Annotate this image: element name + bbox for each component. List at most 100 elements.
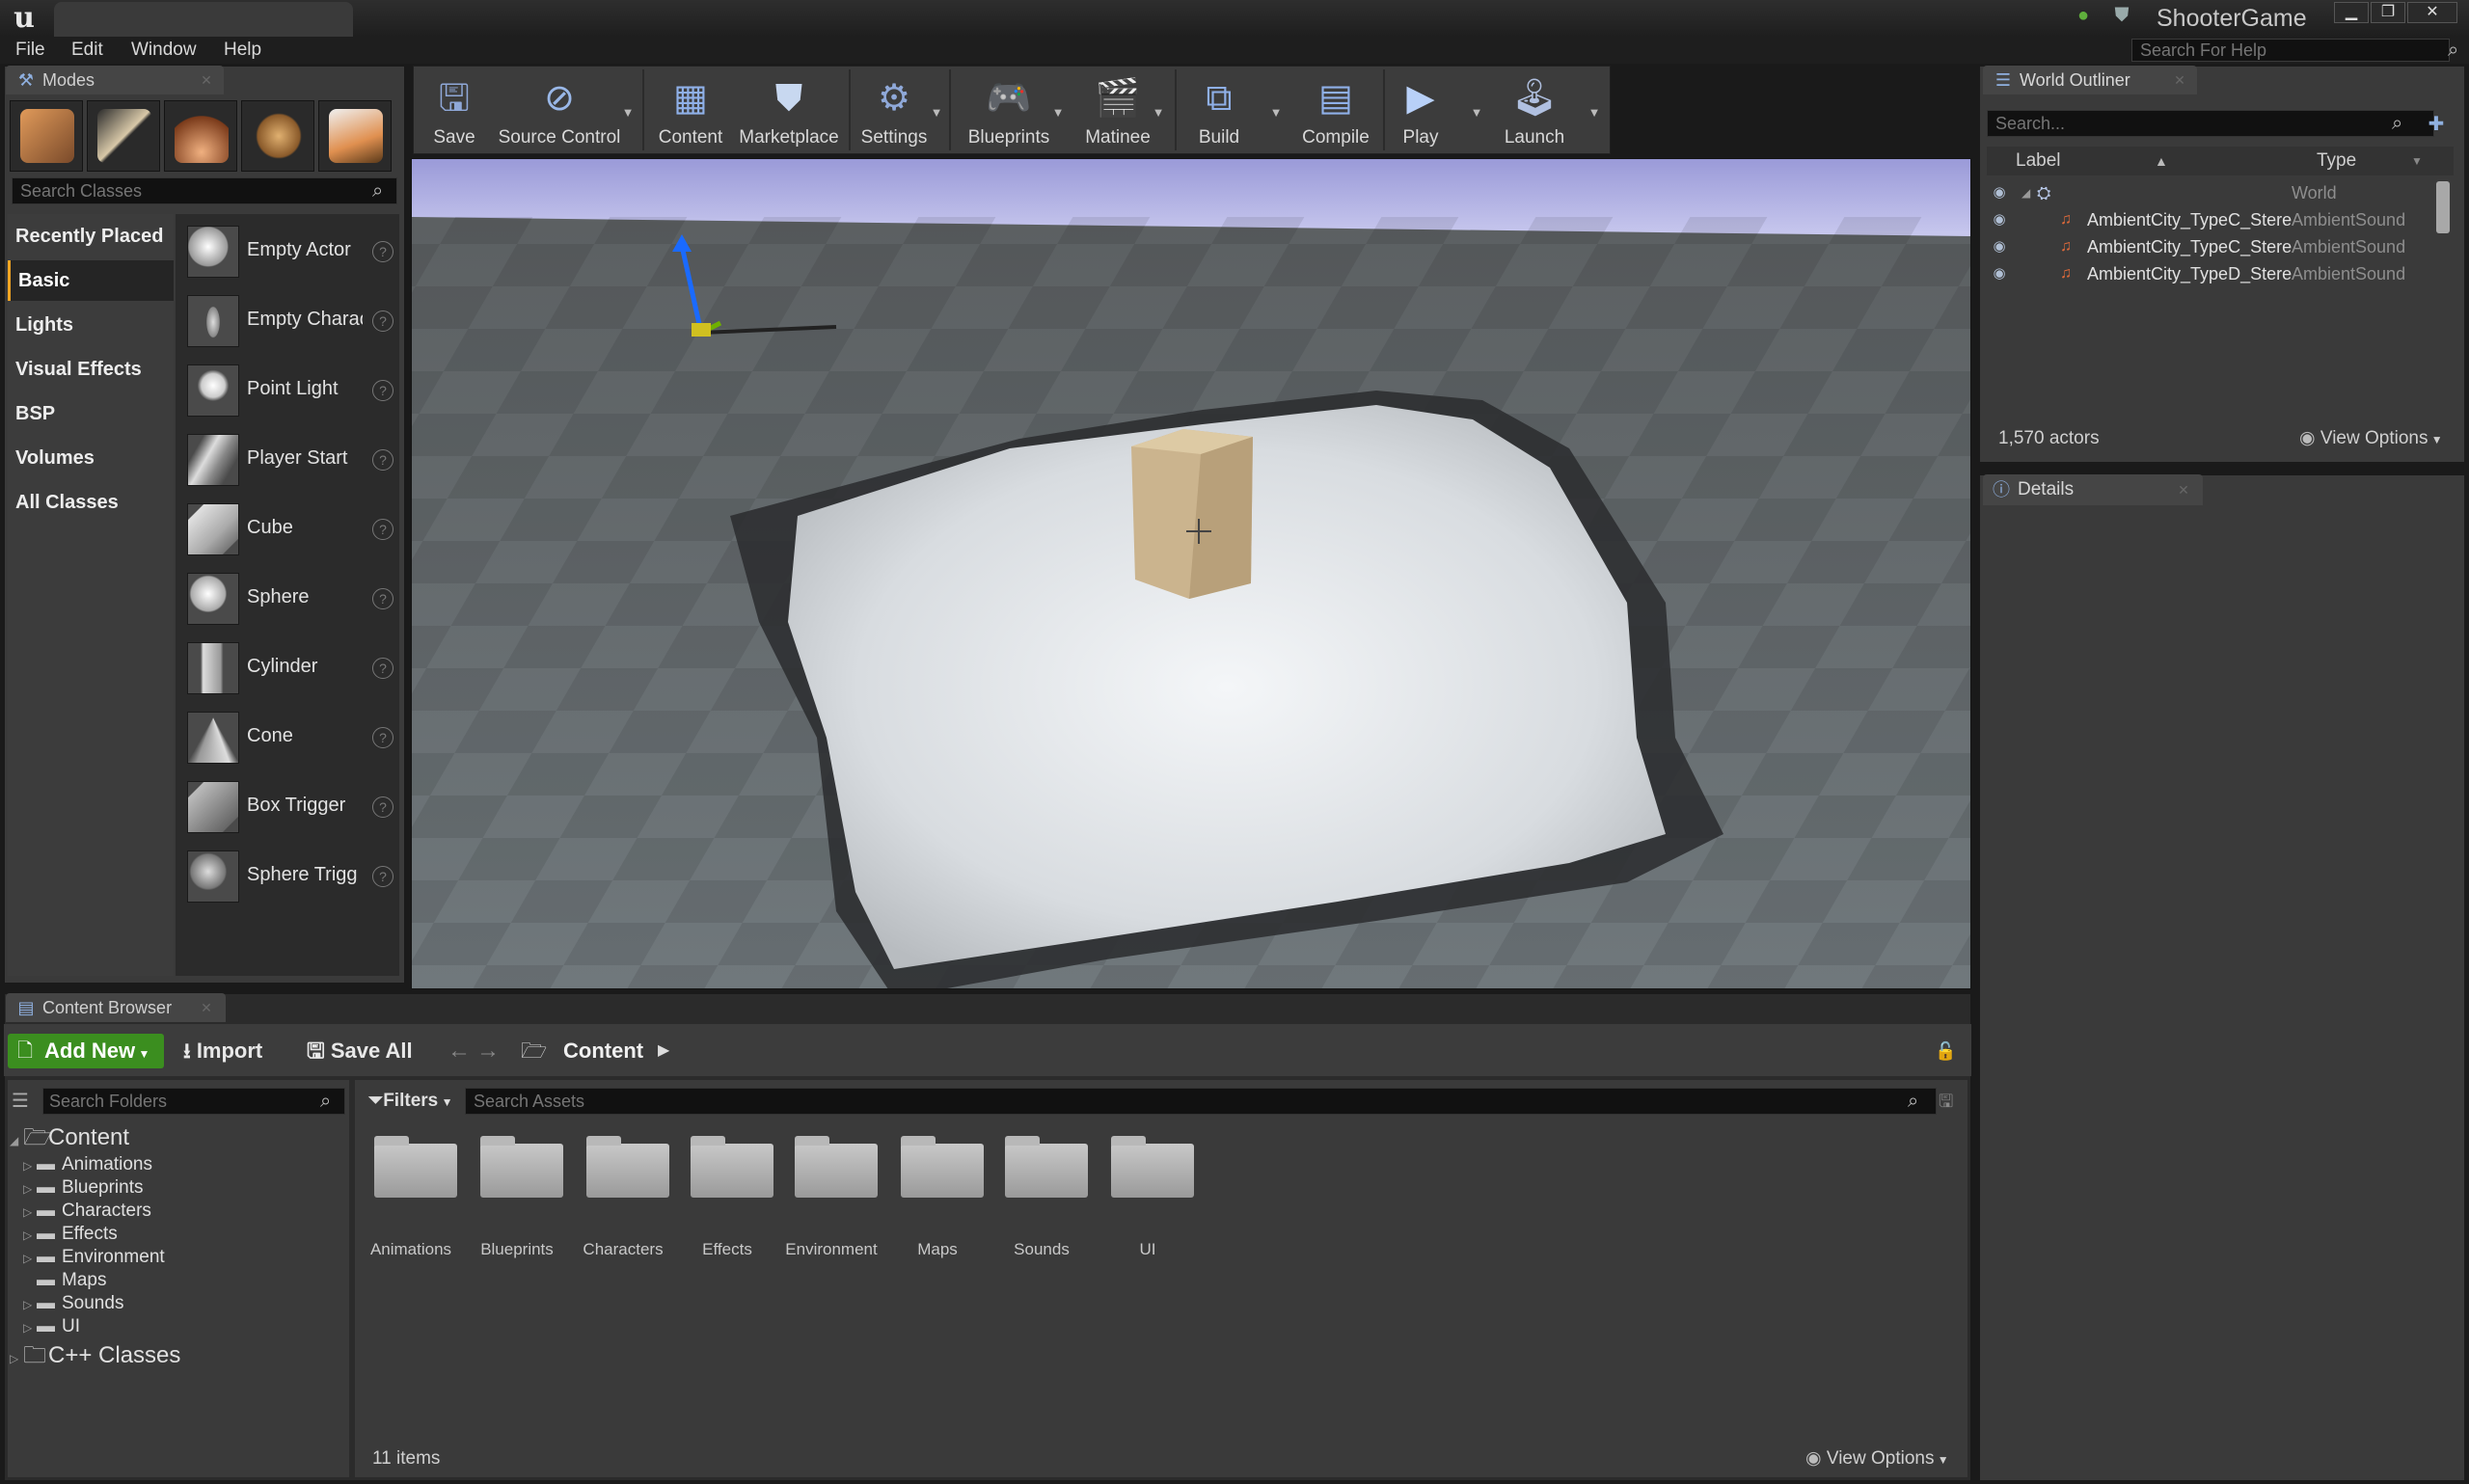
add-folder-icon[interactable]: ✚ (2423, 112, 2450, 137)
lock-icon[interactable]: 🔓 (1935, 1039, 1958, 1063)
category-visual-effects[interactable]: Visual Effects (8, 349, 174, 390)
marketplace-button[interactable]: ⛊ Marketplace (737, 69, 841, 152)
tree-root-cpp-classes[interactable]: ▷ 🗀C++ Classes (10, 1342, 180, 1369)
menu-edit[interactable]: Edit (71, 39, 103, 62)
place-item-player-start[interactable]: Player Start ? (183, 426, 399, 490)
unreal-logo-icon[interactable]: u (8, 2, 41, 35)
search-icon[interactable]: ⌕ (2392, 112, 2415, 135)
collapsed-arrow-icon[interactable]: ▷ (23, 1154, 37, 1177)
notification-icon[interactable]: ● (2072, 4, 2095, 27)
place-mode-button[interactable] (10, 100, 83, 172)
tree-root-content[interactable]: ◢ 🗁Content (10, 1124, 129, 1151)
settings-button[interactable]: ⚙ Settings (856, 69, 932, 152)
asset-folder-effects[interactable]: Effects (677, 1130, 777, 1275)
forward-arrow-icon[interactable]: → (476, 1038, 502, 1065)
matinee-button[interactable]: 🎬 Matinee (1074, 69, 1161, 152)
expanded-arrow-icon[interactable]: ◢ (10, 1127, 23, 1154)
outliner-view-options-button[interactable]: ◉ View Options ▼ (2299, 426, 2459, 451)
menu-window[interactable]: Window (131, 39, 197, 62)
search-icon[interactable]: ⌕ (320, 1090, 343, 1113)
level-viewport[interactable] (411, 158, 1971, 989)
tree-item-sounds[interactable]: ▷ ▬ Sounds (23, 1292, 123, 1315)
chevron-down-icon[interactable]: ▼ (1587, 106, 1601, 120)
help-icon[interactable]: ? (372, 796, 393, 818)
asset-folder-sounds[interactable]: Sounds (991, 1130, 1092, 1275)
asset-folder-animations[interactable]: Animations (361, 1130, 461, 1275)
chevron-down-icon[interactable]: ▼ (930, 106, 943, 120)
menu-help[interactable]: Help (224, 39, 261, 62)
place-item-box-trigger[interactable]: Box Trigger ? (183, 773, 399, 837)
modes-tab[interactable]: ⚒ Modes ✕ (6, 66, 224, 94)
search-assets-input[interactable] (465, 1088, 1937, 1115)
chevron-down-icon[interactable]: ▼ (1152, 106, 1165, 120)
outliner-row-world[interactable]: ◉ ◢ ⛭ World (1987, 179, 2438, 206)
chevron-down-icon[interactable]: ▼ (1470, 106, 1483, 120)
tree-item-maps[interactable]: ▬ Maps (23, 1269, 106, 1292)
expand-arrow-icon[interactable]: ◢ (2021, 181, 2035, 204)
asset-folder-characters[interactable]: Characters (573, 1130, 673, 1275)
help-icon[interactable]: ? (372, 658, 393, 679)
launch-button[interactable]: 🕹 Launch (1491, 69, 1578, 152)
save-all-button[interactable]: 🖫 Save All (307, 1034, 426, 1068)
open-folder-icon[interactable]: 🗁 (521, 1038, 548, 1065)
outliner-row[interactable]: ◉ ♫ AmbientCity_TypeD_Stereo_0 AmbientSo… (1987, 260, 2438, 287)
place-item-point-light[interactable]: Point Light ? (183, 357, 399, 420)
help-icon[interactable]: ? (372, 727, 393, 748)
content-browser-tab[interactable]: ▤ Content Browser ✕ (6, 993, 226, 1022)
chevron-down-icon[interactable]: ▼ (1269, 106, 1283, 120)
search-icon[interactable]: ⌕ (2448, 39, 2467, 62)
close-window-button[interactable]: ✕ (2407, 2, 2457, 23)
asset-folder-environment[interactable]: Environment (781, 1130, 882, 1275)
chevron-down-icon[interactable]: ▼ (621, 106, 635, 120)
content-button[interactable]: ▦ Content (652, 69, 729, 152)
search-icon[interactable]: ⌕ (372, 179, 395, 202)
help-icon[interactable]: ? (372, 519, 393, 540)
sources-toggle-icon[interactable]: ☰ (12, 1088, 39, 1115)
collapsed-arrow-icon[interactable]: ▷ (10, 1345, 23, 1372)
search-classes-input[interactable] (12, 177, 397, 204)
category-basic[interactable]: Basic (8, 260, 174, 301)
menu-file[interactable]: File (15, 39, 45, 62)
outliner-search-input[interactable] (1987, 110, 2434, 137)
tree-item-characters[interactable]: ▷ ▬ Characters (23, 1200, 151, 1223)
place-item-sphere-trigger[interactable]: Sphere Trigg ? (183, 843, 399, 906)
help-icon[interactable]: ? (372, 241, 393, 262)
compile-button[interactable]: ▤ Compile (1292, 69, 1379, 152)
collapsed-arrow-icon[interactable]: ▷ (23, 1316, 37, 1339)
outliner-scrollbar[interactable] (2436, 181, 2450, 233)
chevron-down-icon[interactable]: ▼ (1051, 106, 1065, 120)
save-button[interactable]: 🖫 Save (421, 69, 488, 152)
save-search-icon[interactable]: 🖫 (1939, 1090, 1962, 1113)
outliner-row[interactable]: ◉ ♫ AmbientCity_TypeC_Stereo AmbientSoun… (1987, 206, 2438, 233)
tree-item-blueprints[interactable]: ▷ ▬ Blueprints (23, 1176, 144, 1200)
eye-icon[interactable]: ◉ (1991, 239, 2008, 255)
import-button[interactable]: ⭳ Import (183, 1034, 284, 1068)
asset-folder-blueprints[interactable]: Blueprints (467, 1130, 567, 1275)
foliage-mode-button[interactable] (241, 100, 314, 172)
category-volumes[interactable]: Volumes (8, 438, 174, 478)
place-item-empty-character[interactable]: Empty Charac ? (183, 287, 399, 351)
category-bsp[interactable]: BSP (8, 393, 174, 434)
place-item-sphere[interactable]: Sphere ? (183, 565, 399, 629)
marketplace-bag-icon[interactable]: ⛊ (2110, 4, 2133, 27)
details-tab[interactable]: ⓘ Details ✕ (1983, 474, 2203, 505)
type-column-header[interactable]: Type (2317, 147, 2394, 175)
build-button[interactable]: ⧉ Build (1182, 69, 1256, 152)
close-icon[interactable]: ✕ (199, 1000, 214, 1015)
breadcrumb-arrow-icon[interactable]: ▶ (658, 1039, 675, 1063)
collapsed-arrow-icon[interactable]: ▷ (23, 1224, 37, 1247)
geometry-mode-button[interactable] (318, 100, 392, 172)
close-icon[interactable]: ✕ (2172, 72, 2187, 88)
blueprints-button[interactable]: 🎮 Blueprints (959, 69, 1059, 152)
collapsed-arrow-icon[interactable]: ▷ (23, 1177, 37, 1201)
close-icon[interactable]: ✕ (199, 72, 214, 88)
play-button[interactable]: ▶ Play (1389, 69, 1452, 152)
world-outliner-tab[interactable]: ☰ World Outliner ✕ (1983, 66, 2197, 94)
source-control-button[interactable]: ⊘ Source Control (494, 69, 625, 152)
help-search-input[interactable] (2131, 39, 2450, 62)
place-item-cylinder[interactable]: Cylinder ? (183, 634, 399, 698)
category-all-classes[interactable]: All Classes (8, 482, 174, 523)
tree-item-effects[interactable]: ▷ ▬ Effects (23, 1223, 118, 1246)
paint-mode-button[interactable] (87, 100, 160, 172)
sort-up-icon[interactable]: ▲ (2155, 147, 2174, 175)
